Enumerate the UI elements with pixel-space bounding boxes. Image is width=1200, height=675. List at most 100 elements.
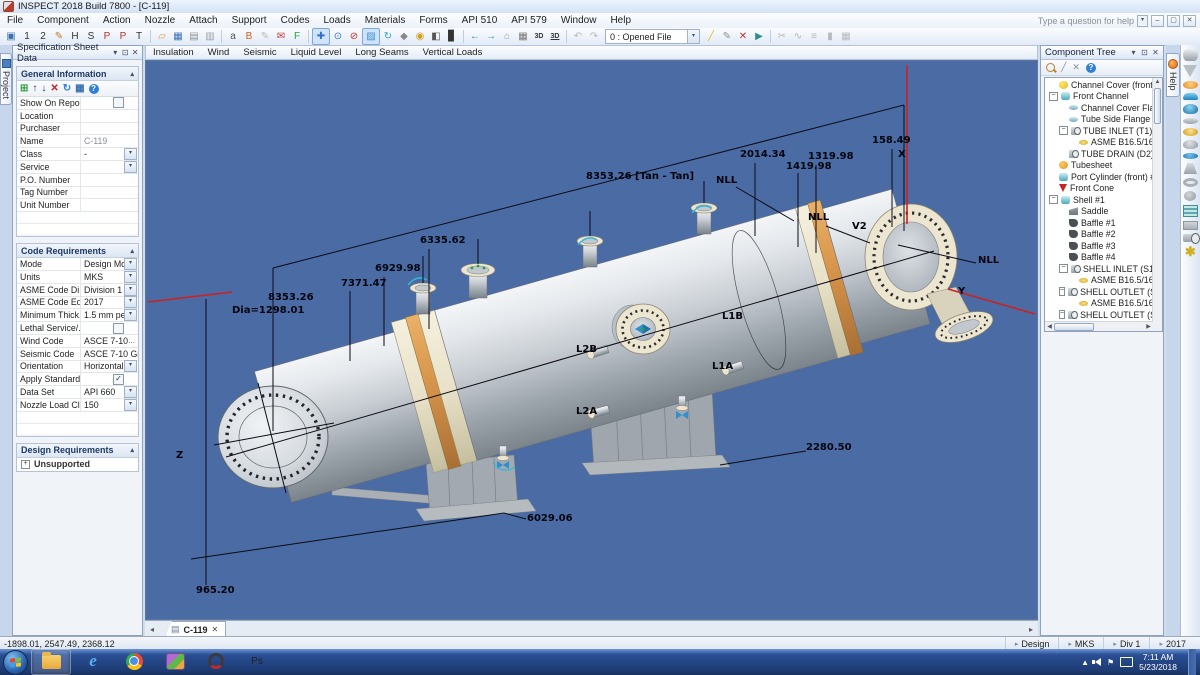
chevron-down-icon[interactable]: ▾ [124,160,137,173]
back-button[interactable]: ← [467,29,483,44]
taskbar-item-games[interactable] [156,649,194,673]
palette-flange-gold-icon[interactable] [1182,128,1198,136]
field-value[interactable]: 150 [80,398,124,411]
start-button[interactable] [3,649,28,675]
document-tab[interactable]: ▤ C-119 ✕ [165,621,227,637]
field-value[interactable]: API 660 [80,386,124,398]
close-tab-icon[interactable]: ✕ [212,625,219,634]
palette-cap-blue-icon[interactable] [1182,93,1198,100]
field-value[interactable] [80,109,138,122]
close-icon[interactable]: ✕ [130,48,140,57]
refresh-button[interactable]: ↻ [380,29,396,44]
chevron-down-icon[interactable]: ▾ [124,398,137,411]
taskbar-item-inspect[interactable] [197,649,235,673]
field-value[interactable] [80,122,138,135]
field-value[interactable]: MKS [80,270,124,283]
browse-button[interactable]: ... [128,336,135,345]
image-button[interactable]: ▨ [362,28,380,45]
menu-component[interactable]: Component [30,13,96,28]
tree-item-front-cone[interactable]: Front Cone [1046,183,1162,195]
delete-icon[interactable]: ✕ [50,83,58,94]
modify-button[interactable]: ✎ [257,29,273,44]
open-folder-button[interactable]: ▱ [154,29,170,44]
tree-item-shell-outlet-s2b[interactable]: − SHELL OUTLET (S2B) [1046,309,1162,321]
restore-button[interactable]: ▢ [1167,14,1180,27]
field-value[interactable] [80,173,138,186]
taskbar-item-explorer[interactable] [31,649,71,675]
field-value[interactable]: C-119 [80,135,138,148]
zoom-off-button[interactable]: ⊘ [346,29,362,44]
tree-item-shell-inlet-s1[interactable]: − SHELL INLET (S1) [1046,263,1162,275]
unsupported-node[interactable]: + Unsupported [17,457,138,471]
help-icon[interactable]: ? [88,83,99,94]
palette-box-gray-icon[interactable] [1182,221,1198,230]
pdf-export-button[interactable]: B [241,29,257,44]
spec-panel-header[interactable]: Specification Sheet Data ▾ ⊡ ✕ [13,42,142,64]
palette-ring-gray-icon[interactable] [1182,178,1198,187]
search-icon[interactable] [1046,63,1055,72]
close-button[interactable]: ✕ [1183,14,1196,27]
palette-ellipse-blue-icon[interactable] [1182,153,1198,159]
tree-item-shell-1[interactable]: − Shell #1 [1046,194,1162,206]
palette-flange-orange-icon[interactable] [1182,81,1198,89]
grid-button[interactable]: ▦ [515,29,531,44]
line-button[interactable]: ╱ [703,29,719,44]
help-icon[interactable]: ? [1085,62,1096,73]
chevron-down-icon[interactable]: ▾ [124,148,137,161]
tree-item-asme-b16-5-16-47[interactable]: ASME B16.5/16.47 [1046,275,1162,287]
collapse-icon[interactable]: − [1059,287,1066,297]
chevron-down-icon[interactable]: ▾ [110,48,120,57]
save-icon[interactable]: ▦ [75,83,84,94]
pan-button[interactable]: ✚ [312,28,330,45]
zoom-button[interactable]: ⊙ [330,29,346,44]
menu-window[interactable]: Window [554,13,604,28]
tree-item-saddle[interactable]: Saddle [1046,206,1162,218]
tree-item-front-channel[interactable]: − Front Channel [1046,91,1162,103]
tree-horizontal-scrollbar[interactable]: ◀ ▶ [1045,321,1153,331]
palette-dome-gray-icon[interactable] [1182,140,1198,149]
tree-item-baffle-1[interactable]: Baffle #1 [1046,217,1162,229]
field-value[interactable]: ASCE 7-10 Gro... [80,347,138,360]
viewport-tool-insulation[interactable]: Insulation [146,47,201,58]
menu-api-510[interactable]: API 510 [455,13,505,28]
delete-button[interactable]: ✕ [735,29,751,44]
print-button[interactable]: ▤ [186,29,202,44]
chevron-down-icon[interactable]: ▾ [124,309,137,322]
text-button[interactable]: T [131,29,147,44]
tree-item-shell-outlet-s2a[interactable]: − SHELL OUTLET (S2A) [1046,286,1162,298]
chevron-down-icon[interactable]: ▾ [1137,14,1148,27]
general-information-header[interactable]: General Information ▴ [17,67,138,81]
collapse-icon[interactable]: − [1049,91,1058,101]
field-value[interactable] [80,97,113,109]
design-requirements-header[interactable]: Design Requirements ▴ [17,443,138,458]
palette-cone-icon[interactable] [1183,65,1198,77]
field-value[interactable]: Division 1 [80,283,124,296]
tree-panel-header[interactable]: Component Tree ▾ ⊡ ✕ [1041,46,1163,60]
taskbar-item-chrome[interactable] [115,649,153,673]
volume-icon[interactable] [1092,658,1101,666]
viewport-tool-long-seams[interactable]: Long Seams [348,47,415,58]
menu-action[interactable]: Action [96,13,138,28]
rotate-button[interactable]: ◆ [396,29,412,44]
edit2-button[interactable]: ✎ [719,29,735,44]
3d-canvas[interactable]: 8353.26 [Tan - Tan] 2014.34 1419.98 1319.98… [145,60,1038,620]
collapse-icon[interactable]: − [1059,264,1068,274]
redo-button[interactable]: ↷ [586,29,602,44]
email-button[interactable]: ✉ [273,29,289,44]
chevron-down-icon[interactable]: ▾ [1128,48,1139,57]
tree-item-asme-b16-5-16-47[interactable]: ASME B16.5/16.47 [1046,298,1162,310]
move-down-icon[interactable]: ↓ [41,83,46,94]
field-value[interactable] [80,322,113,334]
title-bar[interactable]: INSPECT 2018 Build 7800 - [C-119] [0,0,1200,14]
tray-clock[interactable]: 7:11 AM 5/23/2018 [1139,652,1177,672]
close-icon[interactable]: ✕ [1150,48,1161,57]
help-search-input[interactable]: Type a question for help [1038,16,1134,26]
tree-item-port-cylinder-front-1[interactable]: Port Cylinder (front) #1 [1046,171,1162,183]
palette-cap-gray-icon[interactable] [1182,118,1198,124]
tree-item-baffle-3[interactable]: Baffle #3 [1046,240,1162,252]
menu-api-579[interactable]: API 579 [504,13,554,28]
report-2-button[interactable]: P [115,29,131,44]
pin-icon[interactable]: ⊡ [1139,48,1150,57]
tab-scroll-left-icon[interactable]: ◂ [145,625,159,634]
tree-item-tubesheet[interactable]: Tubesheet [1046,160,1162,172]
